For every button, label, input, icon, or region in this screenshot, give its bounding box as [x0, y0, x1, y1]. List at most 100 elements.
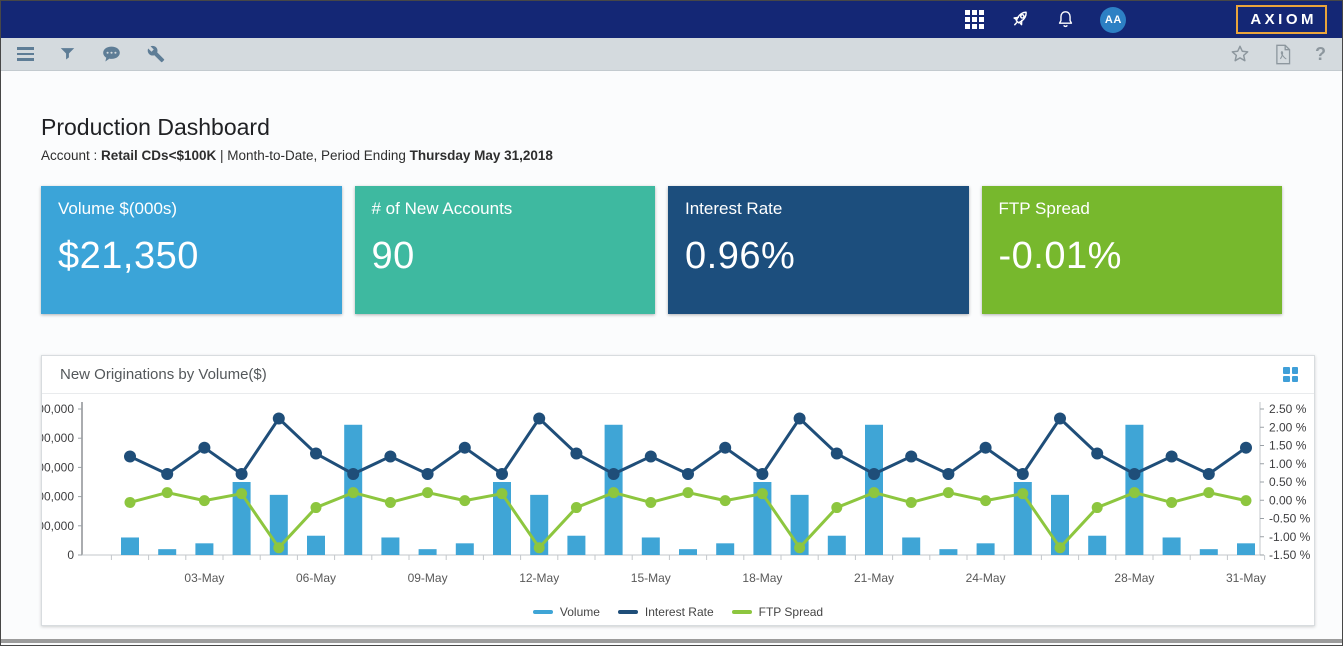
- interest-rate-point: [347, 468, 359, 480]
- volume-bar: [1237, 543, 1255, 555]
- favorite-star-icon[interactable]: [1229, 43, 1251, 65]
- volume-bar: [902, 537, 920, 555]
- interest-rate-point: [719, 442, 731, 454]
- kpi-card-ftp-spread[interactable]: FTP Spread -0.01%: [982, 186, 1283, 314]
- combo-chart: 0500,0001,000,0001,500,0002,000,0002,500…: [42, 394, 1314, 601]
- toolbar: ?: [1, 38, 1342, 71]
- interest-rate-point: [422, 468, 434, 480]
- volume-bar: [567, 536, 585, 555]
- ftp-spread-point: [236, 488, 247, 499]
- interest-rate-point: [1091, 448, 1103, 460]
- left-axis-label: 500,000: [42, 519, 74, 533]
- ftp-spread-point: [348, 487, 359, 498]
- kpi-card-volume[interactable]: Volume $(000s) $21,350: [41, 186, 342, 314]
- kpi-card-new-accounts[interactable]: # of New Accounts 90: [355, 186, 656, 314]
- x-axis-label: 28-May: [1114, 571, 1154, 585]
- chart-panel-header: New Originations by Volume($): [42, 356, 1314, 394]
- legend-item-volume[interactable]: Volume: [533, 605, 600, 619]
- kpi-value: -0.01%: [999, 235, 1266, 278]
- notifications-bell-icon[interactable]: [1055, 9, 1076, 30]
- ftp-spread-point: [831, 502, 842, 513]
- rocket-icon[interactable]: [1008, 8, 1031, 31]
- ftp-spread-point: [1017, 488, 1028, 499]
- kpi-value: 90: [372, 235, 639, 278]
- interest-rate-point: [756, 468, 768, 480]
- export-pdf-icon[interactable]: [1274, 44, 1292, 65]
- page-subtitle: Account : Retail CDs<$100K | Month-to-Da…: [41, 148, 1342, 163]
- menu-icon[interactable]: [17, 47, 34, 61]
- volume-bar: [679, 549, 697, 555]
- comments-icon[interactable]: [101, 44, 122, 65]
- grid-layout-icon[interactable]: [1283, 367, 1298, 382]
- interest-rate-point: [570, 448, 582, 460]
- interest-rate-point: [868, 468, 880, 480]
- tools-wrench-icon[interactable]: [147, 45, 165, 63]
- volume-bar: [419, 549, 437, 555]
- page-title: Production Dashboard: [41, 114, 1342, 141]
- legend-swatch: [533, 610, 553, 614]
- help-icon[interactable]: ?: [1315, 44, 1326, 65]
- volume-bar: [381, 537, 399, 555]
- ftp-spread-point: [720, 495, 731, 506]
- volume-bar: [1088, 536, 1106, 555]
- interest-rate-point: [273, 412, 285, 424]
- volume-bar: [195, 543, 213, 555]
- interest-rate-point: [198, 442, 210, 454]
- filter-icon[interactable]: [59, 46, 76, 63]
- x-axis-label: 12-May: [519, 571, 559, 585]
- interest-rate-point: [496, 468, 508, 480]
- legend-label: Volume: [560, 605, 600, 619]
- ftp-spread-point: [794, 542, 805, 553]
- right-axis-label: 0.50 %: [1269, 475, 1307, 489]
- ftp-spread-line: [130, 493, 1246, 548]
- volume-bar: [158, 549, 176, 555]
- kpi-card-interest-rate[interactable]: Interest Rate 0.96%: [668, 186, 969, 314]
- x-axis-label: 06-May: [296, 571, 336, 585]
- interest-rate-point: [645, 450, 657, 462]
- x-axis-label: 15-May: [631, 571, 671, 585]
- volume-bar: [939, 549, 957, 555]
- account-label: Account :: [41, 148, 101, 163]
- ftp-spread-point: [1241, 495, 1252, 506]
- ftp-spread-point: [1166, 497, 1177, 508]
- x-axis-label: 03-May: [184, 571, 224, 585]
- left-axis-label: 2,000,000: [42, 431, 74, 445]
- volume-bar: [456, 543, 474, 555]
- right-axis-label: 2.50 %: [1269, 402, 1307, 416]
- volume-bar: [716, 543, 734, 555]
- x-axis-label: 18-May: [742, 571, 782, 585]
- toolbar-left-group: [17, 44, 165, 65]
- interest-rate-point: [161, 468, 173, 480]
- interest-rate-point: [533, 412, 545, 424]
- interest-rate-point: [1166, 450, 1178, 462]
- interest-rate-point: [1017, 468, 1029, 480]
- ftp-spread-point: [869, 487, 880, 498]
- ftp-spread-point: [459, 495, 470, 506]
- legend-item-interest-rate[interactable]: Interest Rate: [618, 605, 714, 619]
- kpi-value: $21,350: [58, 235, 325, 278]
- toolbar-right-group: ?: [1229, 43, 1326, 65]
- legend-item-ftp-spread[interactable]: FTP Spread: [732, 605, 823, 619]
- apps-grid-icon[interactable]: [965, 10, 984, 29]
- top-nav: AA AXIOM: [1, 1, 1342, 38]
- left-axis-label: 1,500,000: [42, 460, 74, 474]
- ftp-spread-point: [311, 502, 322, 513]
- legend-swatch: [618, 610, 638, 614]
- user-avatar[interactable]: AA: [1100, 7, 1126, 33]
- axiom-logo[interactable]: AXIOM: [1236, 5, 1327, 34]
- left-axis-label: 2,500,000: [42, 402, 74, 416]
- interest-rate-point: [1203, 468, 1215, 480]
- volume-bar: [977, 543, 995, 555]
- ftp-spread-point: [1129, 487, 1140, 498]
- interest-rate-point: [1240, 442, 1252, 454]
- right-axis-label: -1.00 %: [1269, 530, 1311, 544]
- ftp-spread-point: [683, 487, 694, 498]
- ftp-spread-point: [273, 542, 284, 553]
- period-value: Thursday May 31,2018: [410, 148, 553, 163]
- left-axis-label: 1,000,000: [42, 490, 74, 504]
- volume-bar: [307, 536, 325, 555]
- interest-rate-point: [942, 468, 954, 480]
- ftp-spread-point: [1055, 542, 1066, 553]
- right-axis-label: 1.00 %: [1269, 457, 1307, 471]
- ftp-spread-point: [497, 488, 508, 499]
